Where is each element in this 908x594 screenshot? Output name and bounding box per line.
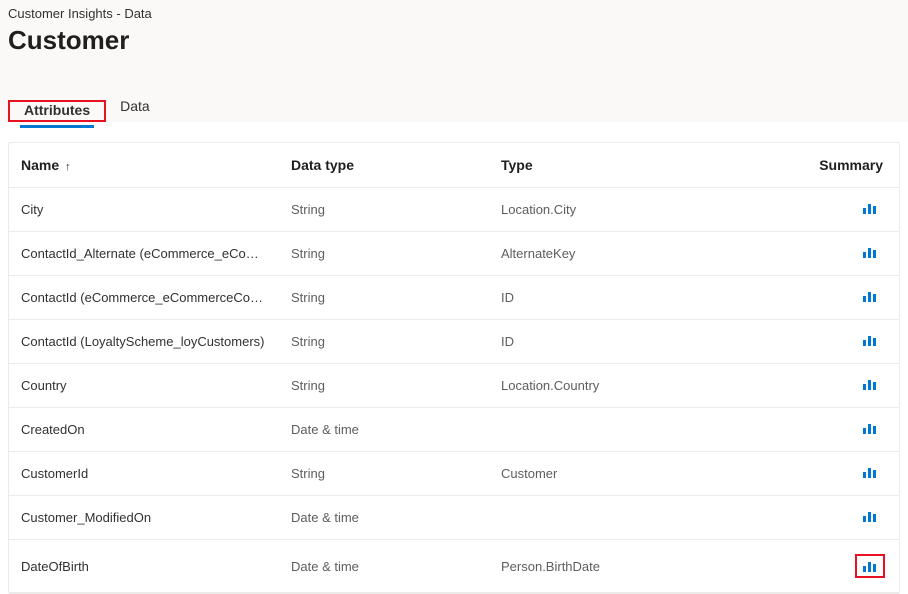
table-row: CustomerIdStringCustomer xyxy=(9,452,899,496)
cell-name: ContactId_Alternate (eCommerce_eComme xyxy=(9,232,279,276)
cell-datatype: Date & time xyxy=(279,496,489,540)
cell-summary xyxy=(807,232,899,276)
table-row: ContactId (eCommerce_eCommerceContaStrin… xyxy=(9,276,899,320)
column-header-name[interactable]: Name ↑ xyxy=(9,143,279,188)
cell-summary xyxy=(807,496,899,540)
tab-attributes[interactable]: Attributes xyxy=(10,96,104,126)
table-row: CityStringLocation.City xyxy=(9,188,899,232)
cell-datatype: String xyxy=(279,364,489,408)
cell-type: ID xyxy=(489,320,807,364)
cell-datatype: String xyxy=(279,452,489,496)
attributes-table: Name ↑ Data type Type Summary CityString… xyxy=(9,143,899,593)
cell-datatype: String xyxy=(279,276,489,320)
cell-name: Customer_ModifiedOn xyxy=(9,496,279,540)
table-row: CountryStringLocation.Country xyxy=(9,364,899,408)
table-row: DateOfBirthDate & timePerson.BirthDate xyxy=(9,540,899,593)
cell-type: Location.Country xyxy=(489,364,807,408)
tab-data[interactable]: Data xyxy=(106,92,164,122)
cell-name: CreatedOn xyxy=(9,408,279,452)
column-header-name-label: Name xyxy=(21,157,59,173)
table-row: Customer_ModifiedOnDate & time xyxy=(9,496,899,540)
bar-chart-icon[interactable] xyxy=(863,560,877,572)
cell-type: AlternateKey xyxy=(489,232,807,276)
cell-type: Customer xyxy=(489,452,807,496)
cell-summary xyxy=(807,276,899,320)
breadcrumb: Customer Insights - Data xyxy=(8,6,900,21)
bar-chart-icon[interactable] xyxy=(863,202,877,214)
bar-chart-icon[interactable] xyxy=(863,422,877,434)
cell-type xyxy=(489,408,807,452)
cell-type: Person.BirthDate xyxy=(489,540,807,593)
cell-name: City xyxy=(9,188,279,232)
bar-chart-icon[interactable] xyxy=(863,378,877,390)
page-title: Customer xyxy=(8,25,900,56)
cell-type: ID xyxy=(489,276,807,320)
cell-summary xyxy=(807,540,899,593)
cell-summary xyxy=(807,320,899,364)
cell-datatype: String xyxy=(279,320,489,364)
cell-name: DateOfBirth xyxy=(9,540,279,593)
cell-summary xyxy=(807,452,899,496)
column-header-datatype[interactable]: Data type xyxy=(279,143,489,188)
cell-datatype: Date & time xyxy=(279,540,489,593)
cell-name: ContactId (eCommerce_eCommerceConta xyxy=(9,276,279,320)
bar-chart-icon[interactable] xyxy=(863,246,877,258)
cell-name: ContactId (LoyaltyScheme_loyCustomers) xyxy=(9,320,279,364)
table-row: ContactId (LoyaltyScheme_loyCustomers)St… xyxy=(9,320,899,364)
cell-datatype: String xyxy=(279,188,489,232)
cell-name: Country xyxy=(9,364,279,408)
bar-chart-icon[interactable] xyxy=(863,334,877,346)
table-row: CreatedOnDate & time xyxy=(9,408,899,452)
bar-chart-icon[interactable] xyxy=(863,466,877,478)
column-header-type[interactable]: Type xyxy=(489,143,807,188)
cell-type xyxy=(489,496,807,540)
column-header-summary[interactable]: Summary xyxy=(807,143,899,188)
highlight-box xyxy=(855,554,885,578)
table-row: ContactId_Alternate (eCommerce_eCommeStr… xyxy=(9,232,899,276)
cell-summary xyxy=(807,188,899,232)
bar-chart-icon[interactable] xyxy=(863,510,877,522)
cell-datatype: Date & time xyxy=(279,408,489,452)
cell-type: Location.City xyxy=(489,188,807,232)
sort-ascending-icon: ↑ xyxy=(65,161,71,173)
cell-name: CustomerId xyxy=(9,452,279,496)
cell-datatype: String xyxy=(279,232,489,276)
cell-summary xyxy=(807,364,899,408)
bar-chart-icon[interactable] xyxy=(863,290,877,302)
cell-summary xyxy=(807,408,899,452)
